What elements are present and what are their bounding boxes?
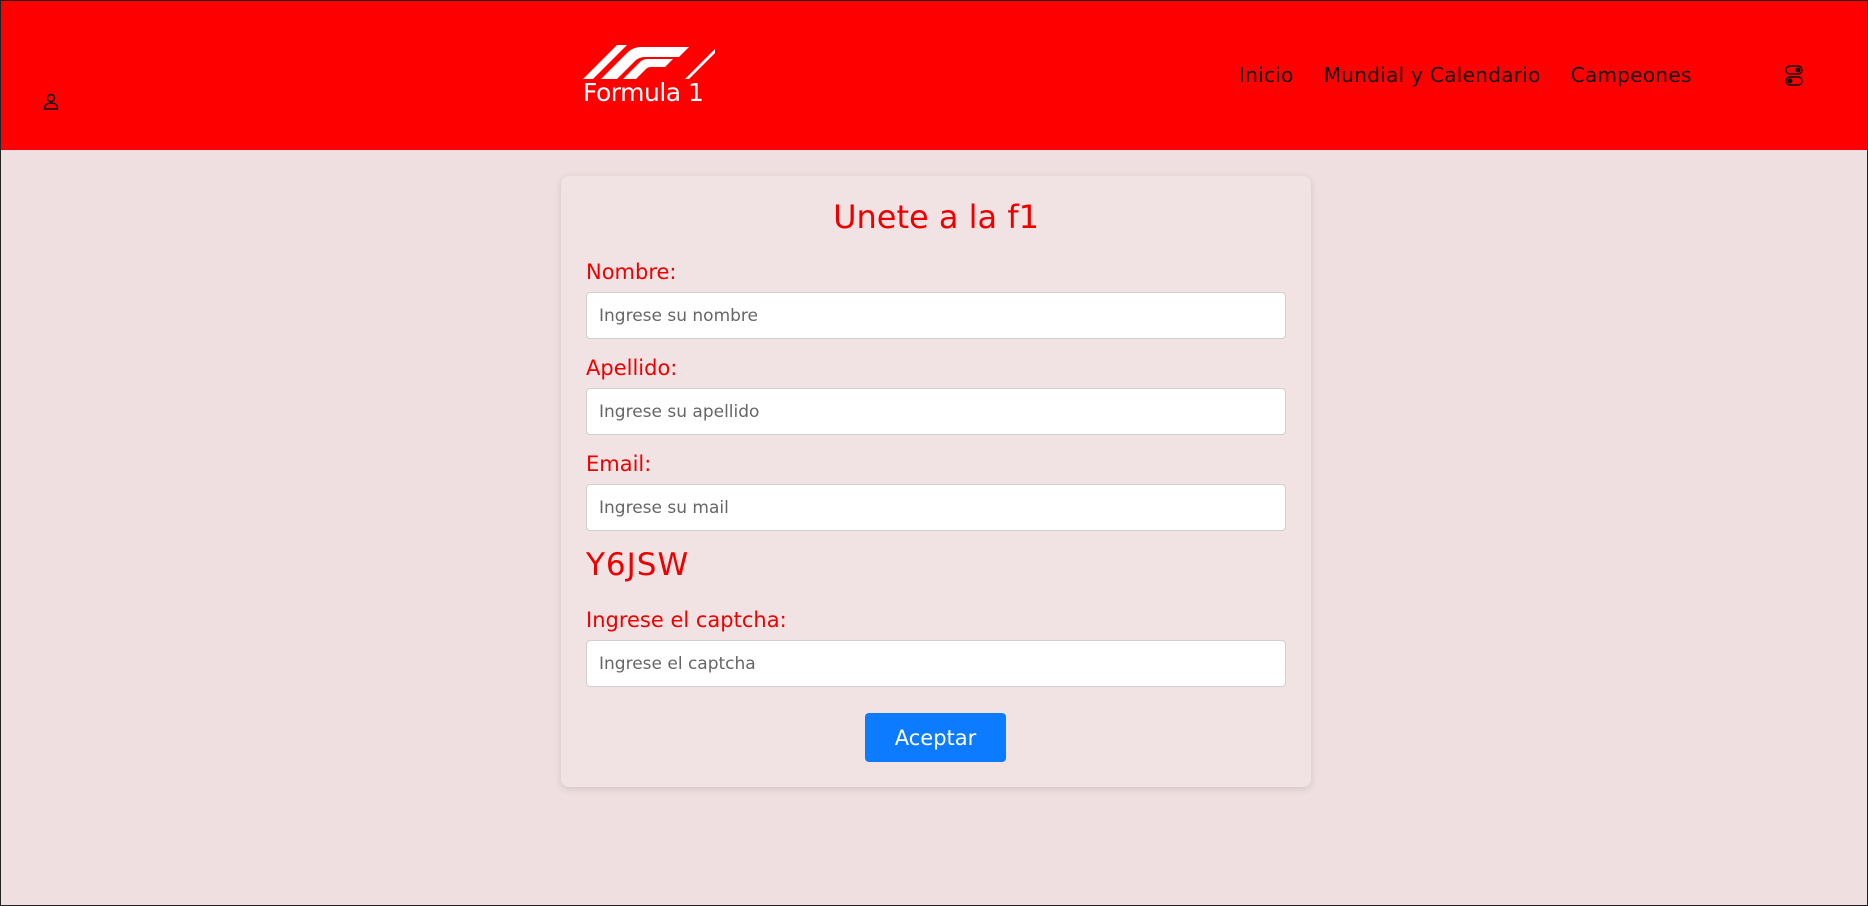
f1-logo-mark-icon bbox=[583, 45, 715, 79]
form-title: Unete a la f1 bbox=[833, 198, 1039, 236]
nav-link-campeones[interactable]: Campeones bbox=[1571, 63, 1692, 87]
nombre-input[interactable] bbox=[586, 292, 1286, 339]
nav-link-mundial-calendario[interactable]: Mundial y Calendario bbox=[1324, 63, 1541, 87]
user-icon[interactable] bbox=[43, 93, 59, 111]
nav-link-inicio[interactable]: Inicio bbox=[1239, 63, 1294, 87]
captcha-input[interactable] bbox=[586, 640, 1286, 687]
captcha-label: Ingrese el captcha: bbox=[586, 608, 787, 632]
theme-toggle-icon[interactable] bbox=[1785, 65, 1803, 87]
email-input[interactable] bbox=[586, 484, 1286, 531]
nombre-label: Nombre: bbox=[586, 260, 677, 284]
main-nav: Inicio Mundial y Calendario Campeones bbox=[1239, 63, 1692, 87]
registration-form: Unete a la f1 Nombre: Apellido: Email: Y… bbox=[561, 176, 1311, 787]
navbar: Formula 1 Inicio Mundial y Calendario Ca… bbox=[1, 0, 1867, 150]
logo-text: Formula 1 bbox=[583, 78, 704, 107]
captcha-code: Y6JSW bbox=[586, 547, 690, 583]
email-label: Email: bbox=[586, 452, 652, 476]
apellido-input[interactable] bbox=[586, 388, 1286, 435]
aceptar-button[interactable]: Aceptar bbox=[865, 713, 1006, 762]
apellido-label: Apellido: bbox=[586, 356, 678, 380]
formula1-logo[interactable]: Formula 1 bbox=[581, 45, 717, 111]
